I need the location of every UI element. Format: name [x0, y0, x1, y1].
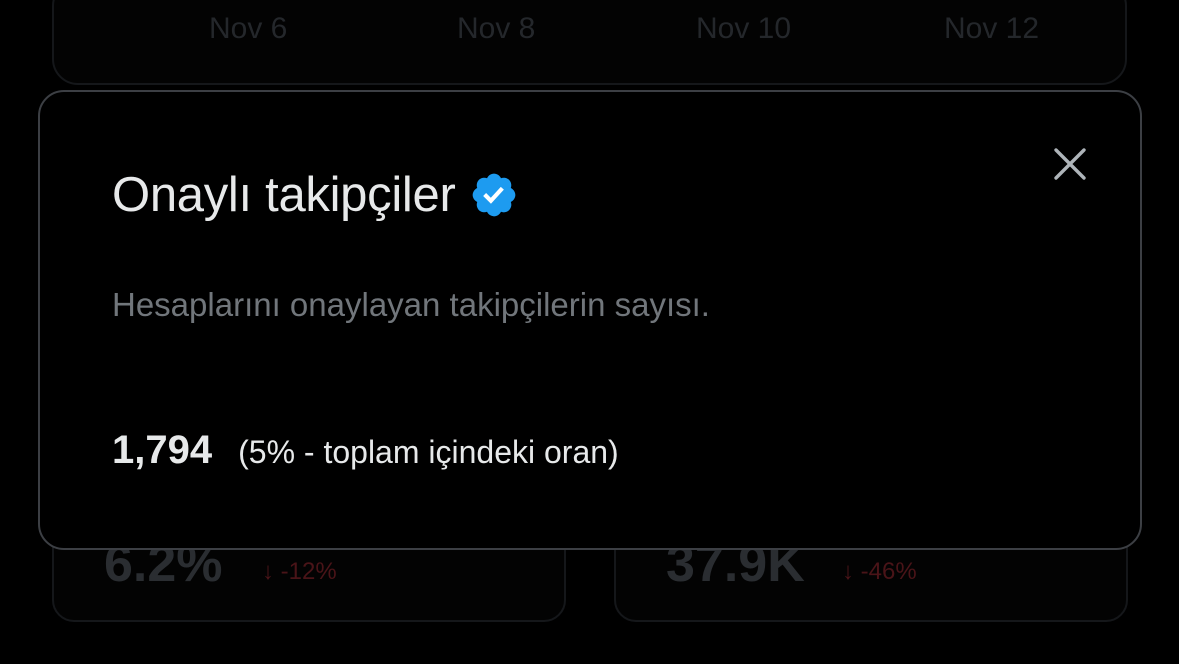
verified-followers-count: 1,794 — [112, 428, 213, 472]
analytics-screen: Nov 6 Nov 8 Nov 10 Nov 12 6.2% ↓ -12% 37… — [0, 0, 1179, 664]
dialog-description: Hesaplarını onaylayan takipçilerin sayıs… — [112, 286, 710, 323]
dialog-header: Onaylı takipçiler — [112, 167, 519, 223]
close-button[interactable] — [1050, 144, 1090, 184]
verified-followers-share: (5% - toplam içindeki oran) — [238, 434, 619, 470]
stat-card-change: ↓ -46% — [842, 558, 917, 585]
stat-card-change: ↓ -12% — [262, 558, 337, 585]
verified-badge-icon — [473, 173, 516, 217]
verified-followers-stat: 1,794 (5% - toplam içindeki oran) — [112, 428, 619, 473]
verified-followers-info-dialog: Onaylı takipçiler Hesaplarını onaylayan … — [38, 90, 1142, 550]
x-axis-tick: Nov 8 — [457, 12, 536, 45]
x-axis-tick: Nov 12 — [944, 12, 1040, 45]
x-axis-tick: Nov 10 — [696, 12, 792, 45]
close-icon — [1054, 148, 1086, 180]
dialog-title: Onaylı takipçiler — [112, 168, 456, 222]
x-axis-tick: Nov 6 — [209, 12, 288, 45]
followers-chart-card: Nov 6 Nov 8 Nov 10 Nov 12 — [52, 0, 1127, 85]
